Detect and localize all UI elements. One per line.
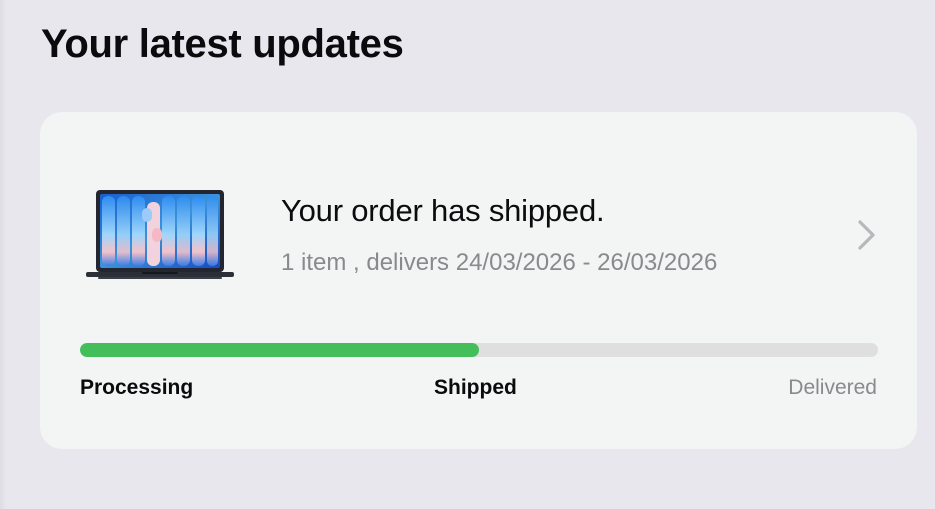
step-processing: Processing — [80, 376, 194, 399]
order-status-headline: Your order has shipped. — [281, 193, 605, 228]
order-update-card[interactable]: Your order has shipped. 1 item , deliver… — [40, 112, 917, 449]
shipping-progress-bar — [80, 343, 878, 357]
chevron-right-icon[interactable] — [852, 218, 880, 252]
window-edge — [0, 0, 6, 509]
section-title: Your latest updates — [41, 22, 404, 66]
laptop-product-image — [86, 190, 234, 279]
step-shipped: Shipped — [434, 376, 517, 399]
step-delivered: Delivered — [788, 376, 877, 399]
order-delivery-summary: 1 item , delivers 24/03/2026 - 26/03/202… — [281, 249, 718, 276]
shipping-progress-fill — [80, 343, 479, 357]
